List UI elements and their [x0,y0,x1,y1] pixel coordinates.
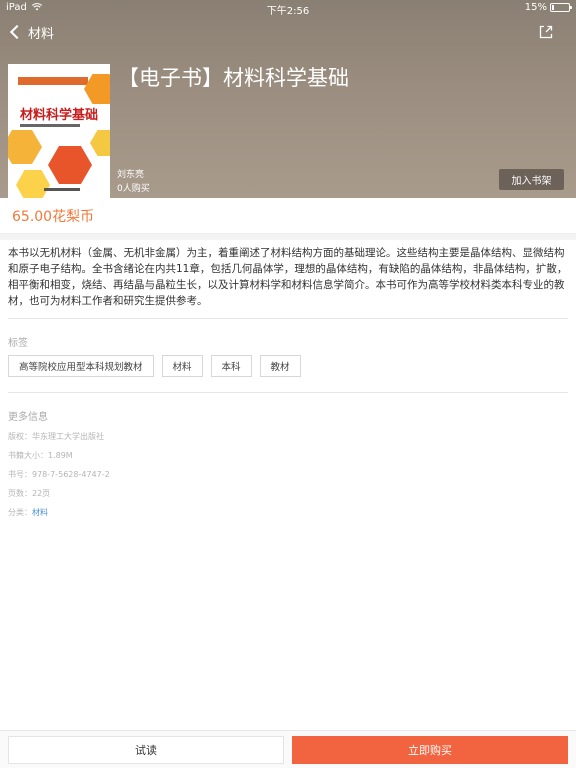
divider [8,318,568,319]
book-cover[interactable]: 材料科学基础 [8,64,110,198]
category-info: 分类：材料 [8,507,48,518]
price: 65.00花梨币 [12,209,95,225]
cover-band [18,77,88,85]
book-title: 【电子书】材料科学基础 [118,66,349,90]
cover-decoration [48,146,92,184]
tags-title: 标签 [8,338,28,349]
isbn-info: 书号：978-7-5628-4747-2 [8,470,110,479]
battery-percent: 15% [524,2,547,13]
more-info-title: 更多信息 [8,412,48,423]
back-label: 材料 [28,26,55,42]
file-size-info: 书籍大小：1.89M [8,451,73,460]
divider [8,392,568,393]
status-bar: iPad 下午2:56 15% [0,0,576,17]
price-row: 65.00花梨币 [0,198,576,234]
battery-status: 15% [524,2,572,13]
category-label: 分类： [8,508,32,517]
cover-publisher-line [44,188,80,191]
cover-title: 材料科学基础 [20,108,99,123]
bottom-action-bar: 试读 立即购买 [0,730,576,768]
category-link[interactable]: 材料 [32,508,48,517]
book-author: 刘东亮 [117,170,145,180]
tag-item[interactable]: 本科 [210,355,252,377]
share-icon[interactable] [538,24,554,40]
section-separator [0,234,576,240]
battery-icon [550,3,572,12]
clock: 下午2:56 [266,6,310,17]
cover-author-line [20,124,80,127]
book-description: 本书以无机材料（金属、无机非金属）为主，着重阐述了材料结构方面的基础理论。这些结… [8,247,568,307]
back-button[interactable]: 材料 [8,22,54,42]
buyer-count: 0人购买 [117,184,150,194]
tag-item[interactable]: 高等院校应用型本科规划教材 [8,355,154,377]
trial-read-button[interactable]: 试读 [8,736,284,764]
tag-item[interactable]: 材料 [161,355,203,377]
page-count-info: 页数：22页 [8,489,51,498]
tag-list: 高等院校应用型本科规划教材 材料 本科 教材 [8,355,301,377]
tag-item[interactable]: 教材 [259,355,301,377]
copyright-info: 版权：华东理工大学出版社 [8,432,104,441]
cover-decoration [90,130,110,156]
buy-now-button[interactable]: 立即购买 [292,736,568,764]
cover-decoration [8,130,42,164]
chevron-left-icon [9,24,25,40]
add-to-shelf-button[interactable]: 加入书架 [499,169,564,190]
book-header: iPad 下午2:56 15% 材料 材料科学基础 【电子书】材料科学基础 刘东… [0,0,576,198]
cover-decoration [16,170,50,198]
